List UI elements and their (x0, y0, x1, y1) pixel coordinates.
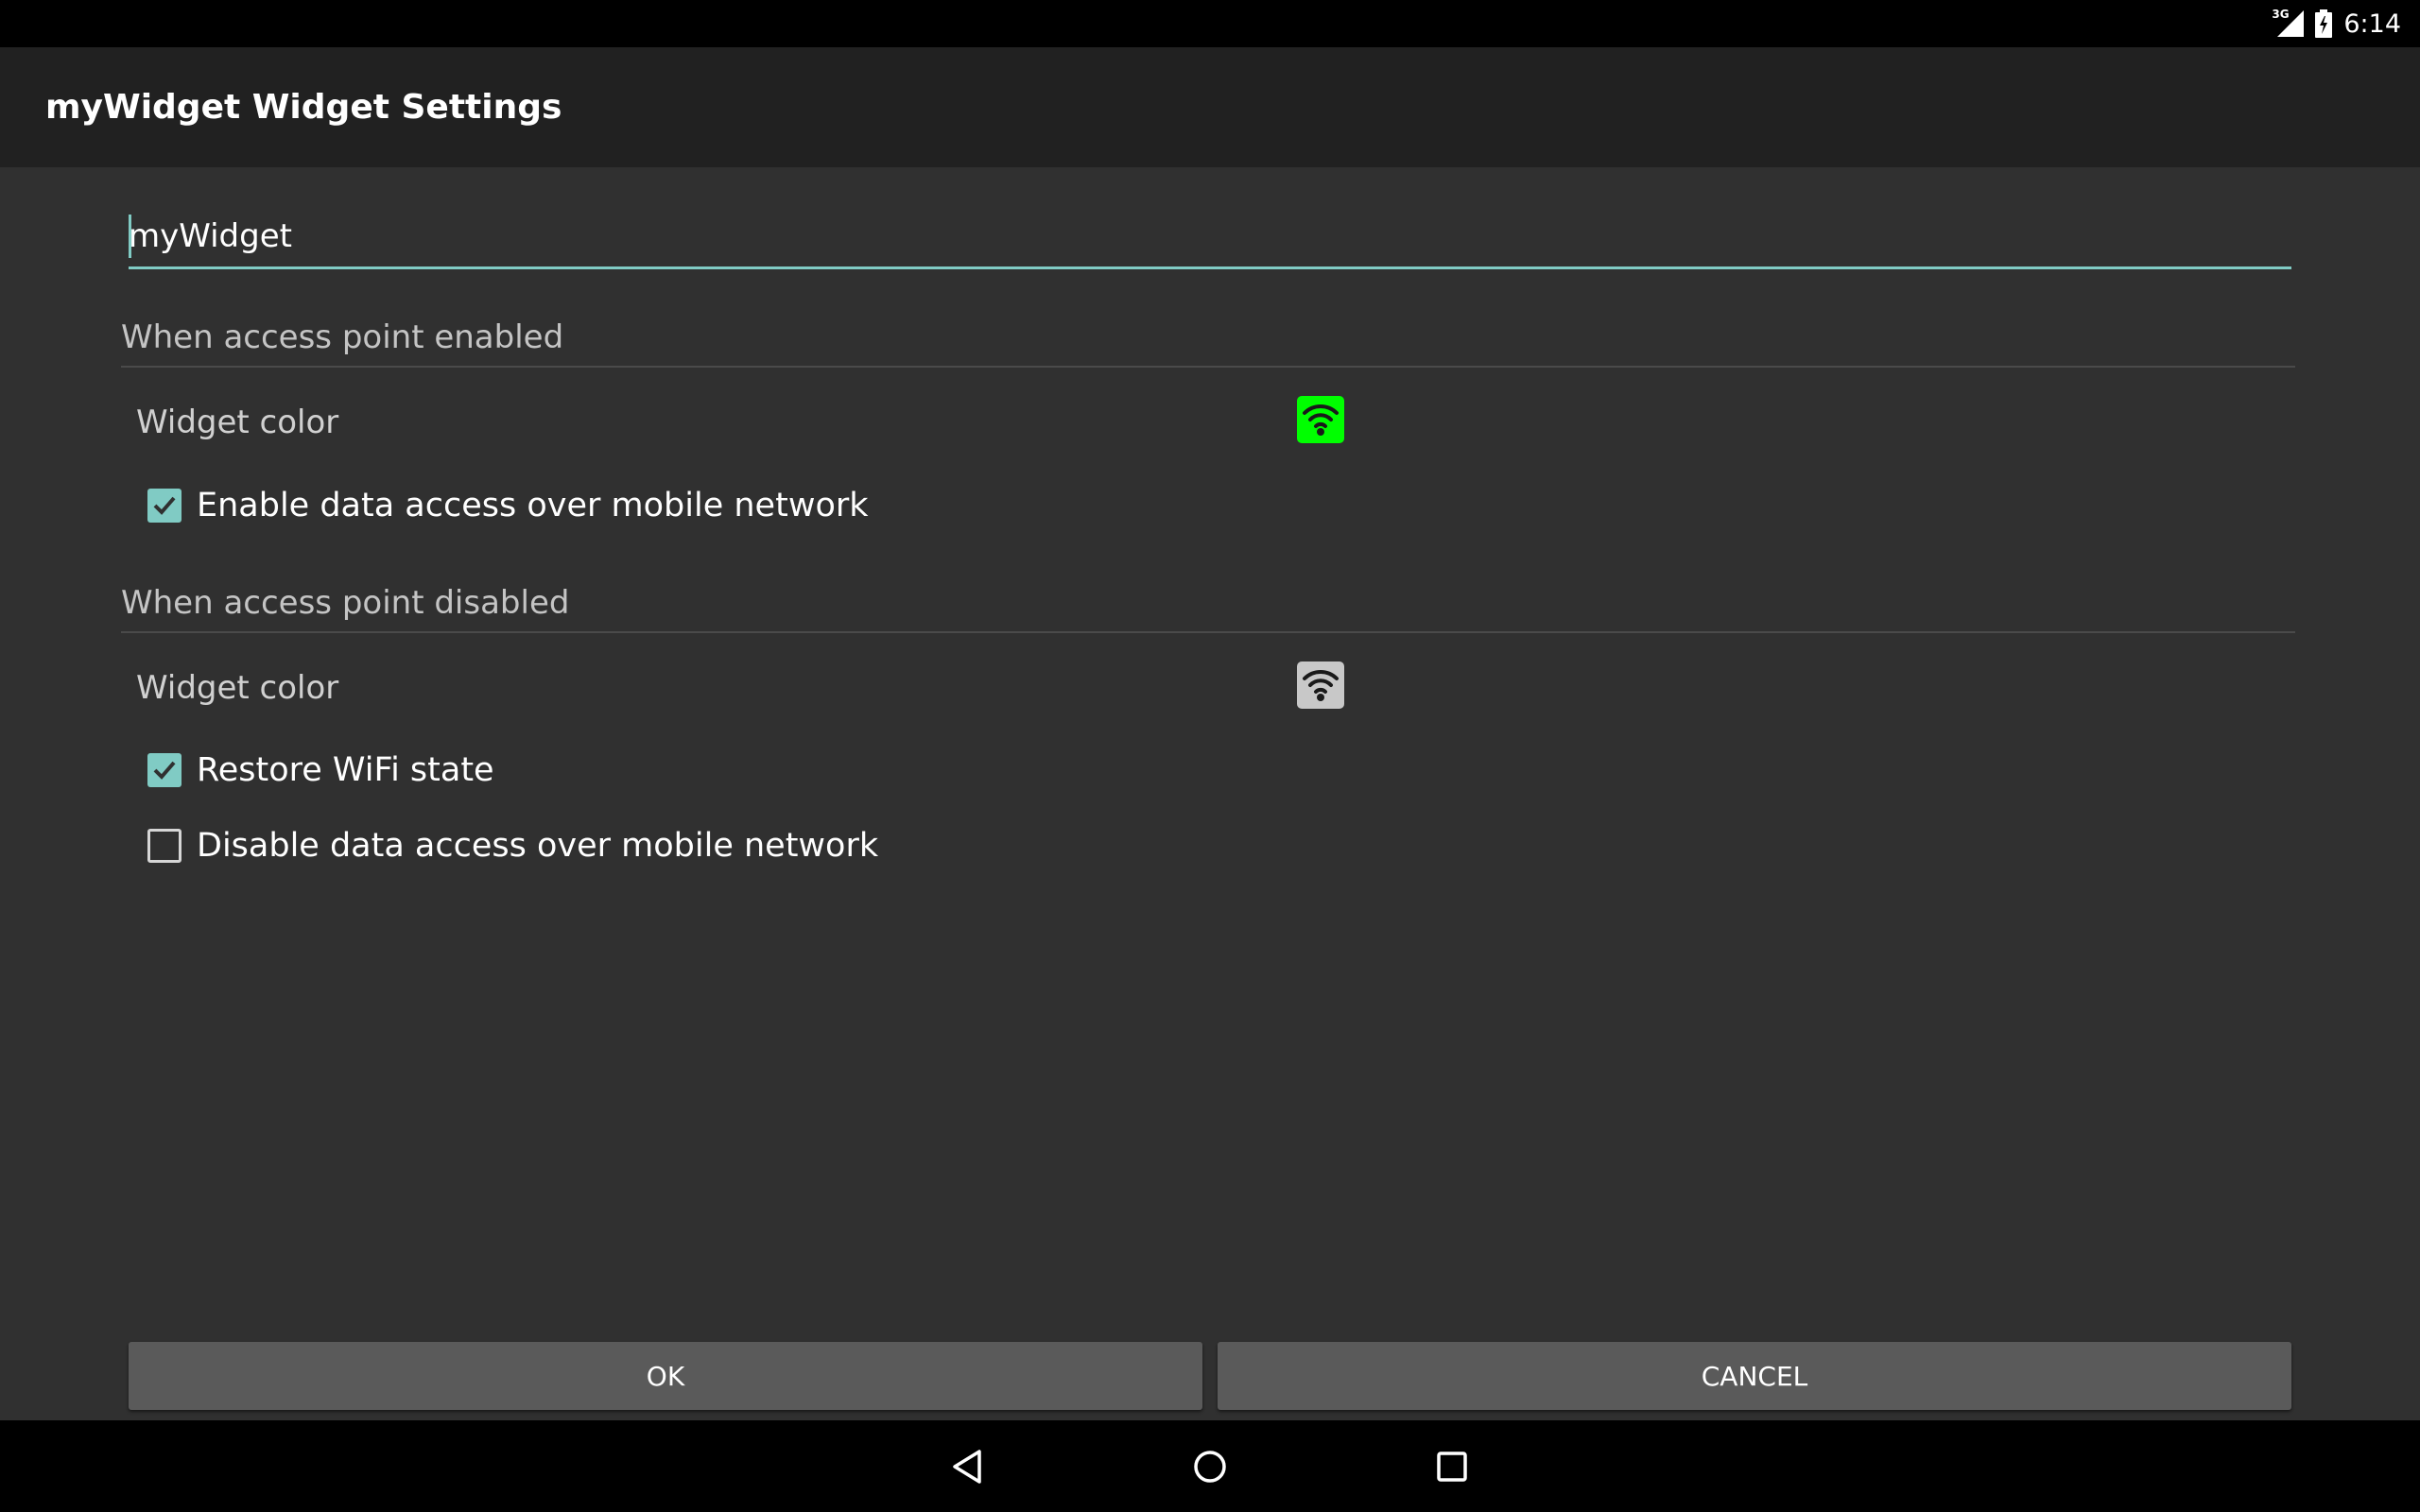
home-button[interactable] (1165, 1420, 1255, 1512)
status-icons: 3G 6:14 (2272, 0, 2401, 47)
disable-data-checkbox[interactable] (147, 829, 182, 863)
wifi-icon (1303, 669, 1339, 701)
page-title: myWidget Widget Settings (45, 88, 562, 127)
text-cursor (129, 215, 131, 258)
enable-data-checkbox-row[interactable]: Enable data access over mobile network (147, 477, 869, 534)
network-type-label: 3G (2272, 8, 2290, 21)
widget-color-label-enabled: Widget color (136, 404, 339, 441)
navigation-bar (0, 1420, 2420, 1512)
disable-data-checkbox-row[interactable]: Disable data access over mobile network (147, 817, 878, 874)
ok-button[interactable]: OK (129, 1342, 1202, 1410)
signal-icon: 3G (2272, 9, 2306, 39)
widget-color-swatch-enabled[interactable] (1297, 396, 1344, 443)
status-bar: 3G 6:14 (0, 0, 2420, 47)
enable-data-label: Enable data access over mobile network (197, 487, 869, 524)
widget-name-input[interactable] (129, 213, 2291, 269)
action-bar: myWidget Widget Settings (0, 47, 2420, 167)
home-icon (1194, 1450, 1226, 1483)
wifi-icon (1303, 404, 1339, 436)
clock: 6:14 (2343, 9, 2401, 39)
check-icon (153, 496, 176, 515)
battery-charging-icon (2315, 9, 2333, 38)
restore-wifi-checkbox-row[interactable]: Restore WiFi state (147, 742, 494, 799)
recents-button[interactable] (1407, 1420, 1497, 1512)
back-button[interactable] (923, 1420, 1013, 1512)
disable-data-label: Disable data access over mobile network (197, 827, 879, 865)
check-icon (153, 761, 176, 780)
widget-color-label-disabled: Widget color (136, 669, 339, 707)
back-icon (953, 1449, 981, 1484)
widget-color-swatch-disabled[interactable] (1297, 662, 1344, 709)
section-header-disabled: When access point disabled (121, 575, 2295, 633)
section-header-enabled: When access point enabled (121, 309, 2295, 368)
settings-content: When access point enabled Widget color E… (0, 167, 2420, 1420)
restore-wifi-checkbox[interactable] (147, 753, 182, 787)
recents-icon (1437, 1451, 1467, 1482)
restore-wifi-label: Restore WiFi state (197, 751, 494, 789)
cancel-button[interactable]: CANCEL (1218, 1342, 2291, 1410)
enable-data-checkbox[interactable] (147, 489, 182, 523)
